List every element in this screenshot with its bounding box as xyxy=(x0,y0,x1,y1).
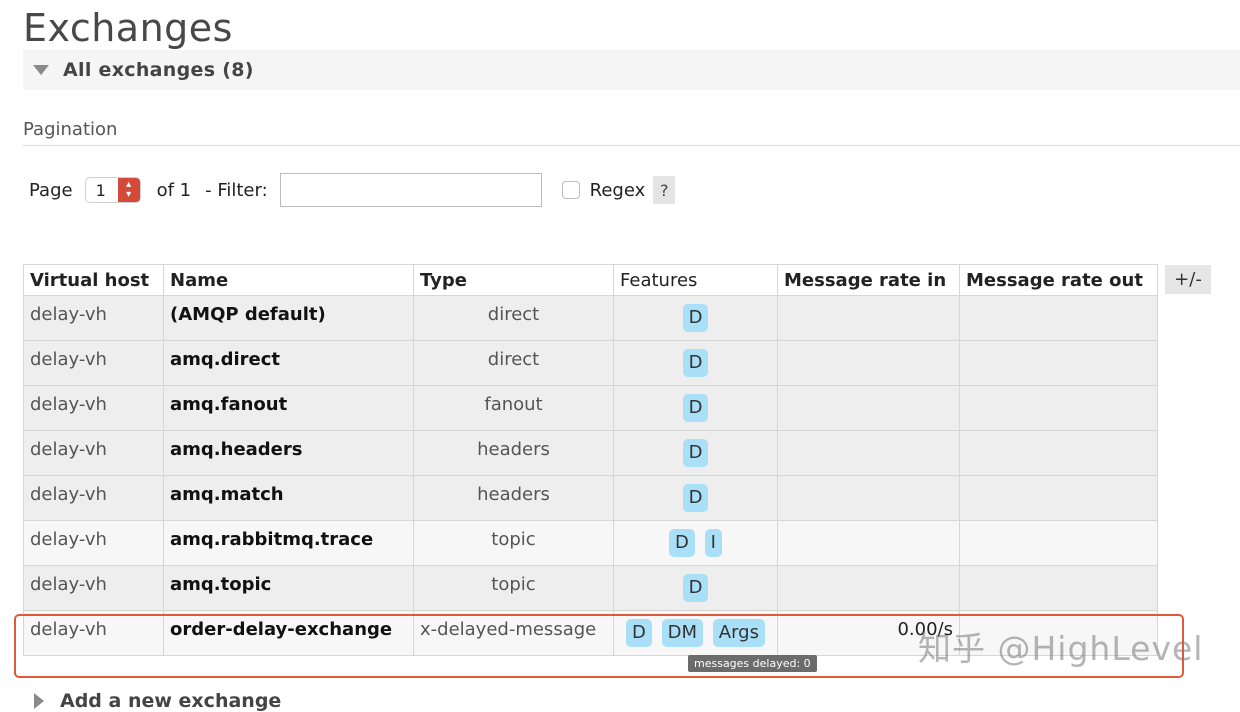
collapse-triangle-icon xyxy=(33,65,49,75)
feature-badge-durable: D xyxy=(682,349,709,377)
table-row: delay-vh amq.match headers D xyxy=(23,475,1158,521)
rate-out-cell xyxy=(959,475,1158,521)
feature-badge-internal: I xyxy=(704,529,722,557)
feature-badge-durable: D xyxy=(682,439,709,467)
table-row: delay-vh (AMQP default) direct D xyxy=(23,295,1158,341)
pagination-controls: Page 1 ▴ ▾ of 1 - Filter: Regex ? xyxy=(29,172,676,208)
rate-in-cell xyxy=(777,565,960,611)
type-cell: direct xyxy=(413,340,614,386)
column-toggle-button[interactable]: +/- xyxy=(1165,265,1211,294)
exchange-name-link[interactable]: amq.direct xyxy=(163,340,414,386)
divider xyxy=(23,145,1240,146)
exchange-name-link[interactable]: amq.topic xyxy=(163,565,414,611)
rate-out-cell xyxy=(959,385,1158,431)
column-header-message-rate-in[interactable]: Message rate in xyxy=(777,264,960,296)
features-cell: D xyxy=(613,565,778,611)
exchange-name-link[interactable]: (AMQP default) xyxy=(163,295,414,341)
table-row: delay-vh amq.direct direct D xyxy=(23,340,1158,386)
help-button[interactable]: ? xyxy=(653,176,676,204)
exchange-name-link[interactable]: amq.headers xyxy=(163,430,414,476)
table-row: delay-vh amq.headers headers D xyxy=(23,430,1158,476)
vhost-cell: delay-vh xyxy=(23,295,164,341)
rate-out-cell xyxy=(959,295,1158,341)
type-cell: direct xyxy=(413,295,614,341)
section-title: All exchanges (8) xyxy=(63,59,254,81)
exchange-name-link[interactable]: amq.rabbitmq.trace xyxy=(163,520,414,566)
type-cell: headers xyxy=(413,475,614,521)
vhost-cell: delay-vh xyxy=(23,565,164,611)
features-cell: D DM Args xyxy=(613,610,778,656)
rate-out-cell xyxy=(959,520,1158,566)
all-exchanges-section-toggle[interactable]: All exchanges (8) xyxy=(23,50,1240,90)
regex-checkbox[interactable] xyxy=(561,181,580,199)
rate-out-cell xyxy=(959,340,1158,386)
exchange-name-link[interactable]: amq.fanout xyxy=(163,385,414,431)
table-row: delay-vh amq.rabbitmq.trace topic D I xyxy=(23,520,1158,566)
feature-badge-durable: D xyxy=(682,394,709,422)
regex-label: Regex xyxy=(589,179,646,201)
table-row: delay-vh amq.topic topic D xyxy=(23,565,1158,611)
type-cell: topic xyxy=(413,565,614,611)
exchanges-table: Virtual host Name Type Features Message … xyxy=(23,264,1158,656)
rate-in-cell xyxy=(777,340,960,386)
column-header-name[interactable]: Name xyxy=(163,264,414,296)
column-header-message-rate-out[interactable]: Message rate out xyxy=(959,264,1158,296)
rate-in-cell xyxy=(777,385,960,431)
type-cell: x-delayed-message xyxy=(413,610,614,656)
features-cell: D I xyxy=(613,520,778,566)
features-cell: D xyxy=(613,295,778,341)
type-cell: fanout xyxy=(413,385,614,431)
page-count-label: of 1 xyxy=(156,179,192,201)
features-cell: D xyxy=(613,475,778,521)
pagination-heading: Pagination xyxy=(23,119,118,140)
add-exchange-section-toggle[interactable]: Add a new exchange xyxy=(34,690,281,712)
column-header-type[interactable]: Type xyxy=(413,264,614,296)
page-label: Page xyxy=(29,179,73,201)
feature-badge-durable: D xyxy=(626,619,652,647)
type-cell: headers xyxy=(413,430,614,476)
vhost-cell: delay-vh xyxy=(23,610,164,656)
rate-in-cell xyxy=(777,295,960,341)
vhost-cell: delay-vh xyxy=(23,475,164,521)
rate-out-cell xyxy=(959,565,1158,611)
vhost-cell: delay-vh xyxy=(23,340,164,386)
vhost-cell: delay-vh xyxy=(23,520,164,566)
select-arrows-icon: ▴ ▾ xyxy=(117,178,140,202)
tooltip: messages delayed: 0 xyxy=(688,655,817,672)
rate-in-cell xyxy=(777,520,960,566)
type-cell: topic xyxy=(413,520,614,566)
feature-badge-durable: D xyxy=(682,484,709,512)
rate-in-cell xyxy=(777,475,960,521)
table-row: delay-vh amq.fanout fanout D xyxy=(23,385,1158,431)
page-title: Exchanges xyxy=(23,6,233,50)
table-header-row: Virtual host Name Type Features Message … xyxy=(23,264,1158,296)
column-header-features: Features xyxy=(613,264,778,296)
feature-badge-durable: D xyxy=(669,529,695,557)
add-section-title: Add a new exchange xyxy=(60,690,282,712)
page-select[interactable]: 1 ▴ ▾ xyxy=(84,177,141,203)
exchange-name-link[interactable]: amq.match xyxy=(163,475,414,521)
feature-badge-delayed-message: DM xyxy=(661,619,704,647)
feature-badge-args[interactable]: Args xyxy=(712,619,765,647)
watermark: 知乎 @HighLevel xyxy=(918,629,1204,668)
expand-triangle-icon xyxy=(34,693,44,709)
exchange-name-link[interactable]: order-delay-exchange xyxy=(163,610,414,656)
filter-label: - Filter: xyxy=(205,179,268,201)
filter-input[interactable] xyxy=(279,173,542,207)
rate-in-cell xyxy=(777,430,960,476)
page-select-value: 1 xyxy=(95,180,106,200)
features-cell: D xyxy=(613,340,778,386)
column-header-virtual-host[interactable]: Virtual host xyxy=(23,264,164,296)
feature-badge-durable: D xyxy=(682,304,709,332)
features-cell: D xyxy=(613,430,778,476)
feature-badge-durable: D xyxy=(682,574,709,602)
vhost-cell: delay-vh xyxy=(23,385,164,431)
features-cell: D xyxy=(613,385,778,431)
vhost-cell: delay-vh xyxy=(23,430,164,476)
rate-out-cell xyxy=(959,430,1158,476)
